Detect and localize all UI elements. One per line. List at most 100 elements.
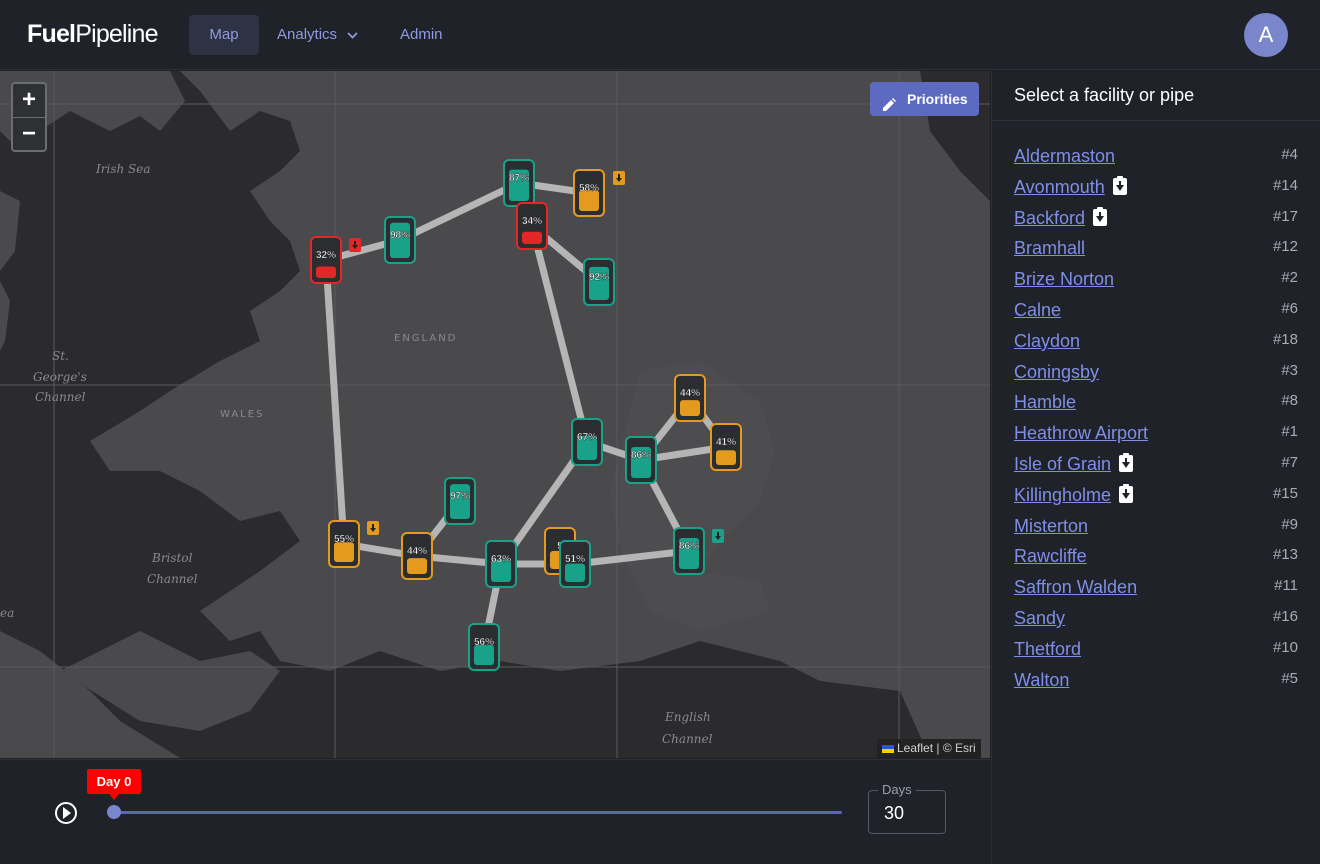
facility-number: #17 [1272, 207, 1298, 225]
tank-marker[interactable]: 44% [674, 374, 706, 422]
facility-markers[interactable]: 87% 58% 34% 98% 32% 92% 44% 41% 67% 86% 97% 55% 44% 6… [0, 71, 990, 758]
facility-item[interactable]: Backford #17 [992, 205, 1320, 236]
facility-item[interactable]: Calne #6 [992, 297, 1320, 328]
facility-name-link[interactable]: Misterton [1014, 516, 1088, 537]
facility-item[interactable]: Misterton #9 [992, 513, 1320, 544]
facility-name-link[interactable]: Walton [1014, 670, 1069, 691]
tank-level-label: 86% [631, 450, 651, 461]
nav-map[interactable]: Map [189, 15, 259, 55]
clipboard-download-icon [613, 171, 625, 185]
tank-fill [407, 558, 427, 574]
facility-name-link[interactable]: Isle of Grain [1014, 452, 1134, 475]
facility-item[interactable]: Coningsby #3 [992, 359, 1320, 390]
tank-marker[interactable]: 41% [710, 423, 742, 471]
facility-name-link[interactable]: Claydon [1014, 331, 1080, 352]
facility-item[interactable]: Isle of Grain #7 [992, 451, 1320, 482]
tank-marker[interactable]: 55% [328, 520, 360, 568]
top-bar: FuelPipeline Map Analytics Admin A [0, 0, 1320, 70]
tank-marker[interactable]: 56% [468, 623, 500, 671]
sidebar-title: Select a facility or pipe [992, 71, 1320, 121]
tank-marker[interactable]: 92% [583, 258, 615, 306]
nav-analytics-label: Analytics [277, 26, 338, 43]
tank-level-label: 41% [716, 437, 736, 448]
tank-marker[interactable]: 34% [516, 202, 548, 250]
tank-marker[interactable]: 97% [444, 477, 476, 525]
tank-level-label: 87% [509, 173, 529, 184]
tank-marker[interactable]: 63% [485, 540, 517, 588]
tank-level-label: 44% [680, 388, 700, 399]
facility-item[interactable]: Heathrow Airport #1 [992, 420, 1320, 451]
timeline-thumb[interactable] [107, 805, 121, 819]
facility-number: #9 [1281, 515, 1298, 533]
facility-item[interactable]: Thetford #10 [992, 636, 1320, 667]
facility-sidebar: Select a facility or pipe Aldermaston #4 A… [991, 71, 1320, 864]
tank-marker[interactable]: 67% [571, 418, 603, 466]
facility-name-link[interactable]: Aldermaston [1014, 146, 1115, 167]
facility-name-link[interactable]: Brize Norton [1014, 269, 1114, 290]
facility-name-link[interactable]: Backford [1014, 206, 1108, 229]
facility-number: #13 [1272, 546, 1298, 564]
facility-name-link[interactable]: Calne [1014, 300, 1061, 321]
attrib-esri: Esri [955, 741, 976, 755]
clipboard-download-icon [1112, 175, 1127, 195]
tank-marker[interactable]: 44% [401, 532, 433, 580]
tank-level-label: 86% [679, 541, 699, 552]
facility-number: #7 [1281, 453, 1298, 471]
facility-name-link[interactable]: Heathrow Airport [1014, 423, 1148, 444]
tank-level-label: 34% [522, 216, 542, 227]
tank-marker[interactable]: 86% [625, 436, 657, 484]
facility-name-link[interactable]: Thetford [1014, 639, 1081, 660]
tank-marker[interactable]: 98% [384, 216, 416, 264]
facility-item[interactable]: Claydon #18 [992, 328, 1320, 359]
facility-name-link[interactable]: Rawcliffe [1014, 546, 1087, 567]
zoom-in-button[interactable]: + [13, 84, 45, 117]
map-view[interactable]: Irish Sea ENGLAND WALES St. George's Cha… [0, 71, 990, 758]
facility-name-link[interactable]: Bramhall [1014, 238, 1085, 259]
facility-number: #6 [1281, 299, 1298, 317]
facility-item[interactable]: Rawcliffe #13 [992, 543, 1320, 574]
tank-fill [522, 231, 542, 244]
zoom-out-button[interactable]: − [13, 117, 45, 150]
facility-name-link[interactable]: Killingholme [1014, 483, 1134, 506]
day-badge: Day 0 [87, 769, 141, 800]
clipboard-download-icon [1119, 452, 1134, 472]
tank-fill [716, 450, 736, 465]
nav-analytics[interactable]: Analytics [277, 15, 358, 55]
tank-fill [565, 563, 585, 582]
timeline-track[interactable] [114, 811, 842, 814]
tank-level-label: 56% [474, 637, 494, 648]
facility-item[interactable]: Brize Norton #2 [992, 266, 1320, 297]
user-avatar[interactable]: A [1244, 13, 1288, 57]
tank-marker[interactable]: 32% [310, 236, 342, 284]
facility-number: #10 [1272, 638, 1298, 656]
facility-name-link[interactable]: Hamble [1014, 392, 1076, 413]
tank-marker[interactable]: 87% [503, 159, 535, 207]
leaflet-link[interactable]: Leaflet [897, 741, 933, 755]
pencil-icon [881, 91, 897, 125]
tank-marker[interactable]: 51% [559, 540, 591, 588]
app-logo[interactable]: FuelPipeline [27, 20, 159, 49]
facility-item[interactable]: Saffron Walden #11 [992, 574, 1320, 605]
facility-item[interactable]: Walton #5 [992, 667, 1320, 698]
facility-item[interactable]: Sandy #16 [992, 605, 1320, 636]
tank-marker[interactable]: 86% [673, 527, 705, 575]
facility-name-link[interactable]: Sandy [1014, 608, 1065, 629]
timeline-panel: Day 0 30 Days [0, 759, 990, 864]
tank-marker[interactable]: 58% [573, 169, 605, 217]
nav-admin[interactable]: Admin [400, 15, 443, 55]
days-value: 30 [884, 803, 905, 823]
facility-name-link[interactable]: Coningsby [1014, 362, 1099, 383]
tank-level-label: 32% [316, 250, 336, 261]
play-button[interactable] [55, 802, 77, 824]
facility-item[interactable]: Aldermaston #4 [992, 143, 1320, 174]
days-label: Days [878, 782, 916, 797]
facility-number: #8 [1281, 392, 1298, 410]
facility-name-link[interactable]: Avonmouth [1014, 175, 1127, 198]
facility-item[interactable]: Killingholme #15 [992, 482, 1320, 513]
facility-item[interactable]: Hamble #8 [992, 389, 1320, 420]
facility-number: #5 [1281, 669, 1298, 687]
facility-name-link[interactable]: Saffron Walden [1014, 577, 1137, 598]
facility-item[interactable]: Avonmouth #14 [992, 174, 1320, 205]
priorities-button[interactable]: Priorities [870, 82, 979, 116]
facility-item[interactable]: Bramhall #12 [992, 235, 1320, 266]
